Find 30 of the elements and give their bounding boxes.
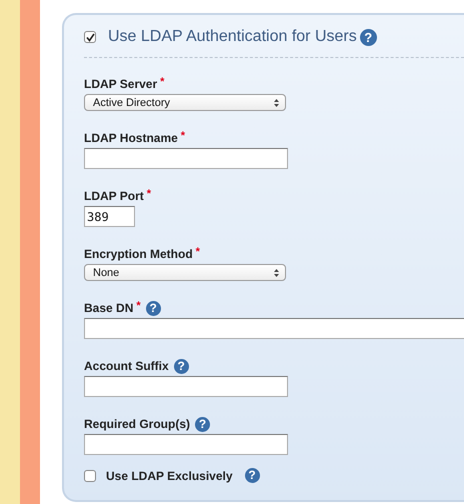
input-field[interactable] (84, 376, 288, 397)
help-icon[interactable]: ? (244, 468, 260, 483)
input-field[interactable] (84, 434, 288, 455)
checkbox[interactable] (84, 470, 96, 482)
field-label: Encryption Method (84, 247, 193, 261)
required-mark: * (146, 189, 152, 199)
help-icon[interactable]: ? (174, 358, 189, 374)
required-mark: * (196, 247, 200, 257)
select-dropdown[interactable]: None (84, 264, 286, 281)
input-field[interactable]: 389 (84, 206, 135, 227)
required-mark: * (160, 77, 164, 87)
required-mark: * (136, 301, 141, 311)
field-label: Required Group(s) (84, 417, 190, 431)
checkbox[interactable] (84, 31, 96, 43)
updown-arrows-icon (274, 268, 279, 276)
field-label: Base DN (84, 301, 134, 315)
checkbox-label[interactable]: Use LDAP Exclusively (106, 468, 233, 482)
help-icon[interactable]: ? (146, 300, 161, 316)
field-label: Account Suffix (84, 359, 169, 373)
select-dropdown[interactable]: Active Directory (84, 94, 286, 111)
field-label: LDAP Port (84, 189, 144, 203)
checkbox-label[interactable]: Use LDAP Authentication for Users (108, 28, 357, 46)
field-label: LDAP Hostname (84, 131, 178, 145)
updown-arrows-icon (274, 98, 279, 106)
input-field[interactable] (84, 318, 464, 339)
field-label: LDAP Server (84, 77, 158, 91)
input-field[interactable] (84, 148, 288, 169)
required-mark: * (180, 131, 186, 141)
help-icon[interactable]: ? (360, 28, 377, 46)
help-icon[interactable]: ? (195, 416, 210, 432)
